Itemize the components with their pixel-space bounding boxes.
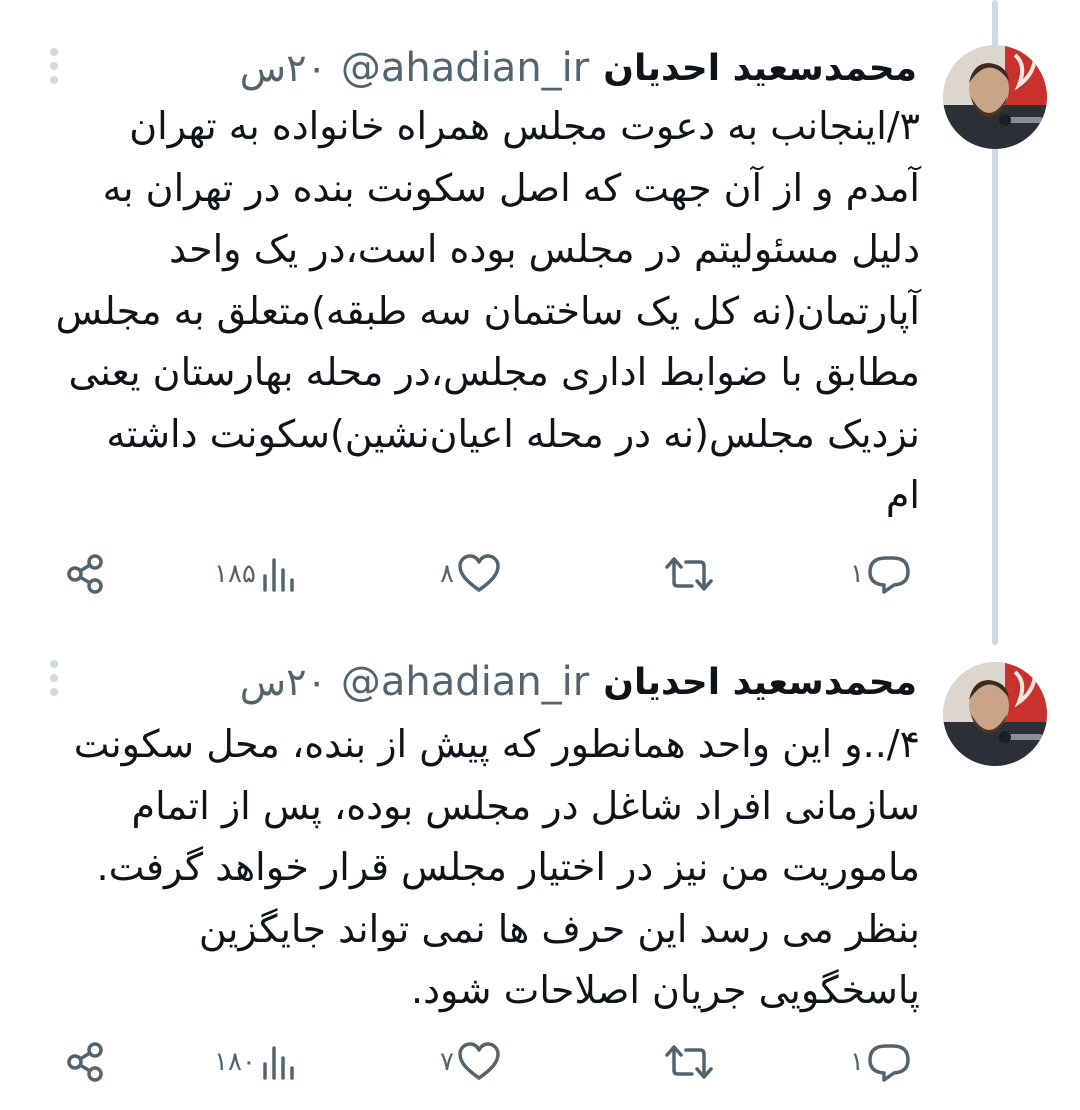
views-count: ۱۸۰ — [214, 1047, 256, 1077]
vertical-dots-icon[interactable] — [44, 46, 64, 86]
replies-count: ۱ — [850, 1047, 864, 1077]
views-button[interactable]: ۱۸۵ — [214, 544, 298, 604]
likes-count: ۸ — [440, 559, 454, 589]
share-button[interactable] — [64, 1032, 108, 1092]
tweet[interactable]: محمدسعید احدیان @ahadian_ir ۲۰س ۴/..و ای… — [0, 640, 1080, 1110]
tweet-time[interactable]: ۲۰س — [240, 46, 327, 90]
reply-bubble-icon — [868, 556, 910, 594]
reply-button[interactable]: ۱ — [850, 544, 912, 604]
tweet-text-line: ام — [885, 473, 920, 517]
tweet-text-line: بنظر می رسد این حرف ها نمی تواند جایگزین — [198, 906, 920, 951]
tweet-text-line: مطابق با ضوابط اداری مجلس،در محله بهارست… — [68, 350, 920, 394]
tweet-header: محمدسعید احدیان @ahadian_ir ۲۰س — [240, 654, 917, 710]
views-count: ۱۸۵ — [214, 559, 256, 589]
reply-button[interactable]: ۱ — [850, 1032, 912, 1092]
share-icon — [67, 1042, 103, 1082]
retweet-icon — [665, 557, 713, 591]
replies-count: ۱ — [850, 559, 864, 589]
author-handle[interactable]: @ahadian_ir — [341, 659, 589, 705]
tweet-text-line: آپارتمان(نه کل یک ساختمان سه طبقه)متعلق … — [55, 288, 920, 333]
avatar[interactable] — [943, 45, 1047, 149]
tweet[interactable]: محمدسعید احدیان @ahadian_ir ۲۰س ۳/اینجان… — [0, 0, 1080, 640]
reply-bubble-icon — [868, 1044, 910, 1082]
tweet-text-line: دلیل مسئولیتم در مجلس بوده است،در یک واح… — [169, 227, 920, 271]
tweet-actions: ۱۸۰ ۷ ۱ — [0, 1032, 1080, 1092]
views-button[interactable]: ۱۸۰ — [214, 1032, 298, 1092]
share-icon — [67, 554, 103, 594]
retweet-button[interactable] — [664, 1032, 714, 1092]
like-button[interactable]: ۸ — [440, 544, 502, 604]
retweet-button[interactable] — [664, 544, 714, 604]
tweet-time[interactable]: ۲۰س — [240, 660, 327, 704]
views-chart-icon — [263, 1046, 294, 1080]
author-name[interactable]: محمدسعید احدیان — [603, 48, 917, 89]
share-button[interactable] — [64, 544, 108, 604]
retweet-icon — [665, 1045, 713, 1079]
author-name[interactable]: محمدسعید احدیان — [603, 662, 917, 703]
views-chart-icon — [263, 558, 294, 592]
tweet-text-line: ۴/..و این واحد همانطور که پیش از بنده، م… — [73, 722, 920, 766]
tweet-actions: ۱۸۵ ۸ ۱ — [0, 544, 1080, 604]
tweet-text-line: آمدم و از آن جهت که اصل سکونت بنده در ته… — [102, 165, 920, 210]
tweet-text-line: نزدیک مجلس(نه در محله اعیان‌نشین)سکونت د… — [106, 411, 920, 456]
tweet-text-line: ماموریت من نیز در اختیار مجلس قرار خواهد… — [96, 845, 921, 889]
tweet-text: ۴/..و این واحد همانطور که پیش از بنده، م… — [20, 714, 920, 1022]
author-handle[interactable]: @ahadian_ir — [341, 45, 589, 91]
like-button[interactable]: ۷ — [440, 1032, 502, 1092]
vertical-dots-icon[interactable] — [44, 658, 64, 698]
heart-icon — [458, 1042, 500, 1080]
heart-icon — [458, 554, 500, 592]
avatar[interactable] — [943, 662, 1047, 766]
tweet-header: محمدسعید احدیان @ahadian_ir ۲۰س — [240, 40, 917, 96]
tweet-text-line: ۳/اینجانب به دعوت مجلس همراه خانواده به … — [129, 104, 920, 148]
likes-count: ۷ — [440, 1047, 454, 1077]
tweet-text-line: پاسخگویی جریان اصلاحات شود. — [411, 968, 920, 1012]
tweet-text-line: سازمانی افراد شاغل در مجلس بوده، پس از ا… — [131, 783, 920, 828]
tweet-text: ۳/اینجانب به دعوت مجلس همراه خانواده به … — [20, 96, 920, 527]
